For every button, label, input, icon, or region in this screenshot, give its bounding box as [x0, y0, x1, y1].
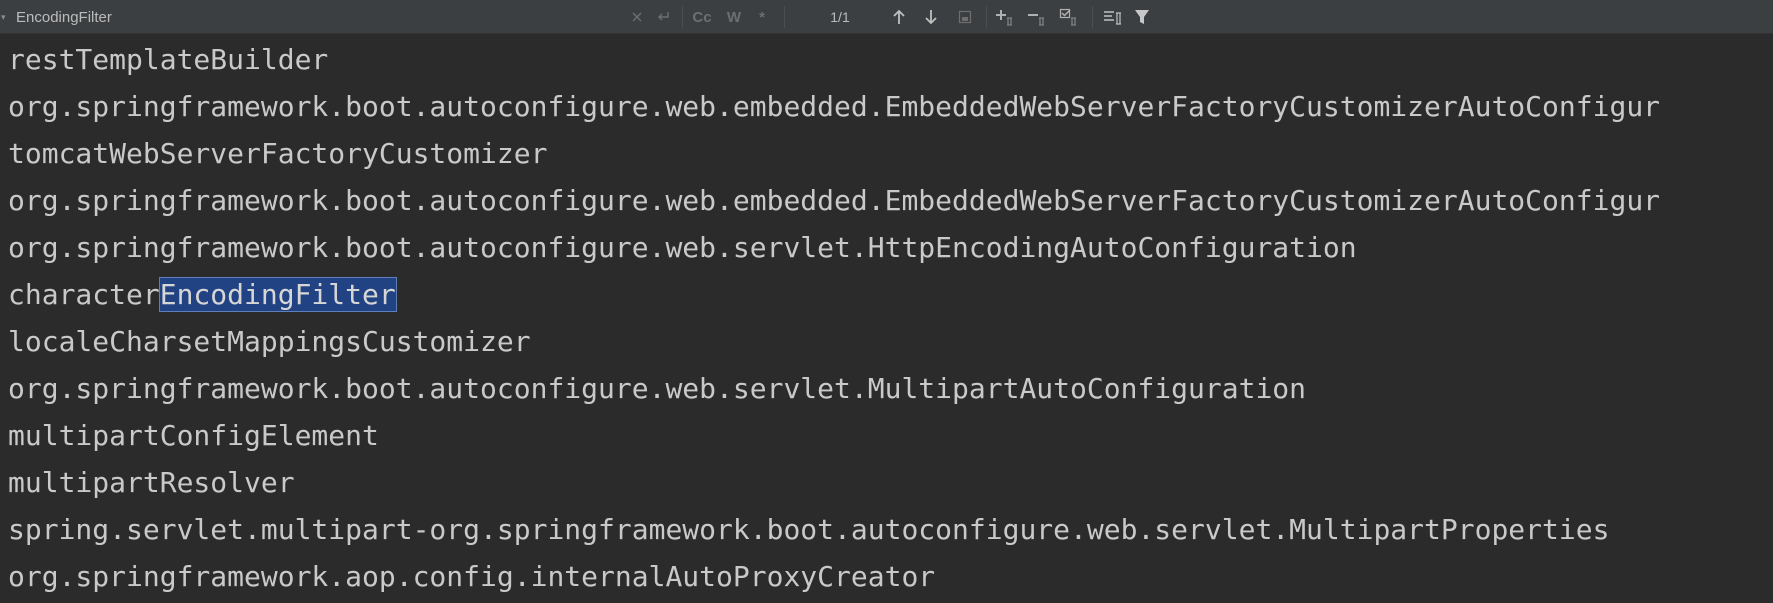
line-text: character [8, 278, 160, 311]
next-occurrence-icon[interactable] [922, 5, 940, 29]
add-selection-icon[interactable] [994, 5, 1018, 29]
clear-search-icon[interactable] [628, 5, 646, 29]
previous-occurrence-icon[interactable] [890, 5, 908, 29]
editor-line: multipartConfigElement [8, 419, 379, 452]
match-case-button[interactable]: Cc [690, 5, 714, 29]
regex-button[interactable]: * [754, 5, 770, 29]
find-toolbar: ▾ Cc W * 1/1 [0, 0, 1773, 34]
editor-line: org.springframework.boot.autoconfigure.w… [8, 90, 1661, 123]
editor-line: characterEncodingFilter [8, 277, 397, 313]
match-count: 1/1 [830, 9, 850, 25]
filter-icon[interactable] [1132, 5, 1152, 29]
search-history-icon[interactable]: ▾ [1, 12, 11, 22]
editor-line: spring.servlet.multipart-org.springframe… [8, 513, 1610, 546]
whole-words-button[interactable]: W [724, 5, 744, 29]
editor-line: org.springframework.aop.config.internalA… [8, 560, 936, 593]
search-match-highlight: EncodingFilter [158, 277, 397, 312]
editor-line: tomcatWebServerFactoryCustomizer [8, 137, 548, 170]
text-editor[interactable]: restTemplateBuilder org.springframework.… [0, 36, 1773, 603]
toolbar-separator [682, 6, 683, 28]
new-line-icon[interactable] [654, 5, 672, 29]
editor-line: localeCharsetMappingsCustomizer [8, 325, 531, 358]
select-all-occurrences-icon[interactable] [956, 5, 974, 29]
editor-line: restTemplateBuilder [8, 43, 329, 76]
in-selection-icon[interactable] [1102, 5, 1124, 29]
editor-line: org.springframework.boot.autoconfigure.w… [8, 231, 1357, 264]
toolbar-separator [1092, 6, 1093, 28]
editor-line: org.springframework.boot.autoconfigure.w… [8, 372, 1307, 405]
search-input[interactable] [16, 5, 616, 29]
remove-selection-icon[interactable] [1026, 5, 1050, 29]
toolbar-separator [784, 6, 785, 28]
toolbar-separator [986, 6, 987, 28]
toggle-selection-icon[interactable] [1058, 5, 1082, 29]
editor-line: org.springframework.boot.autoconfigure.w… [8, 184, 1661, 217]
editor-line: multipartResolver [8, 466, 295, 499]
